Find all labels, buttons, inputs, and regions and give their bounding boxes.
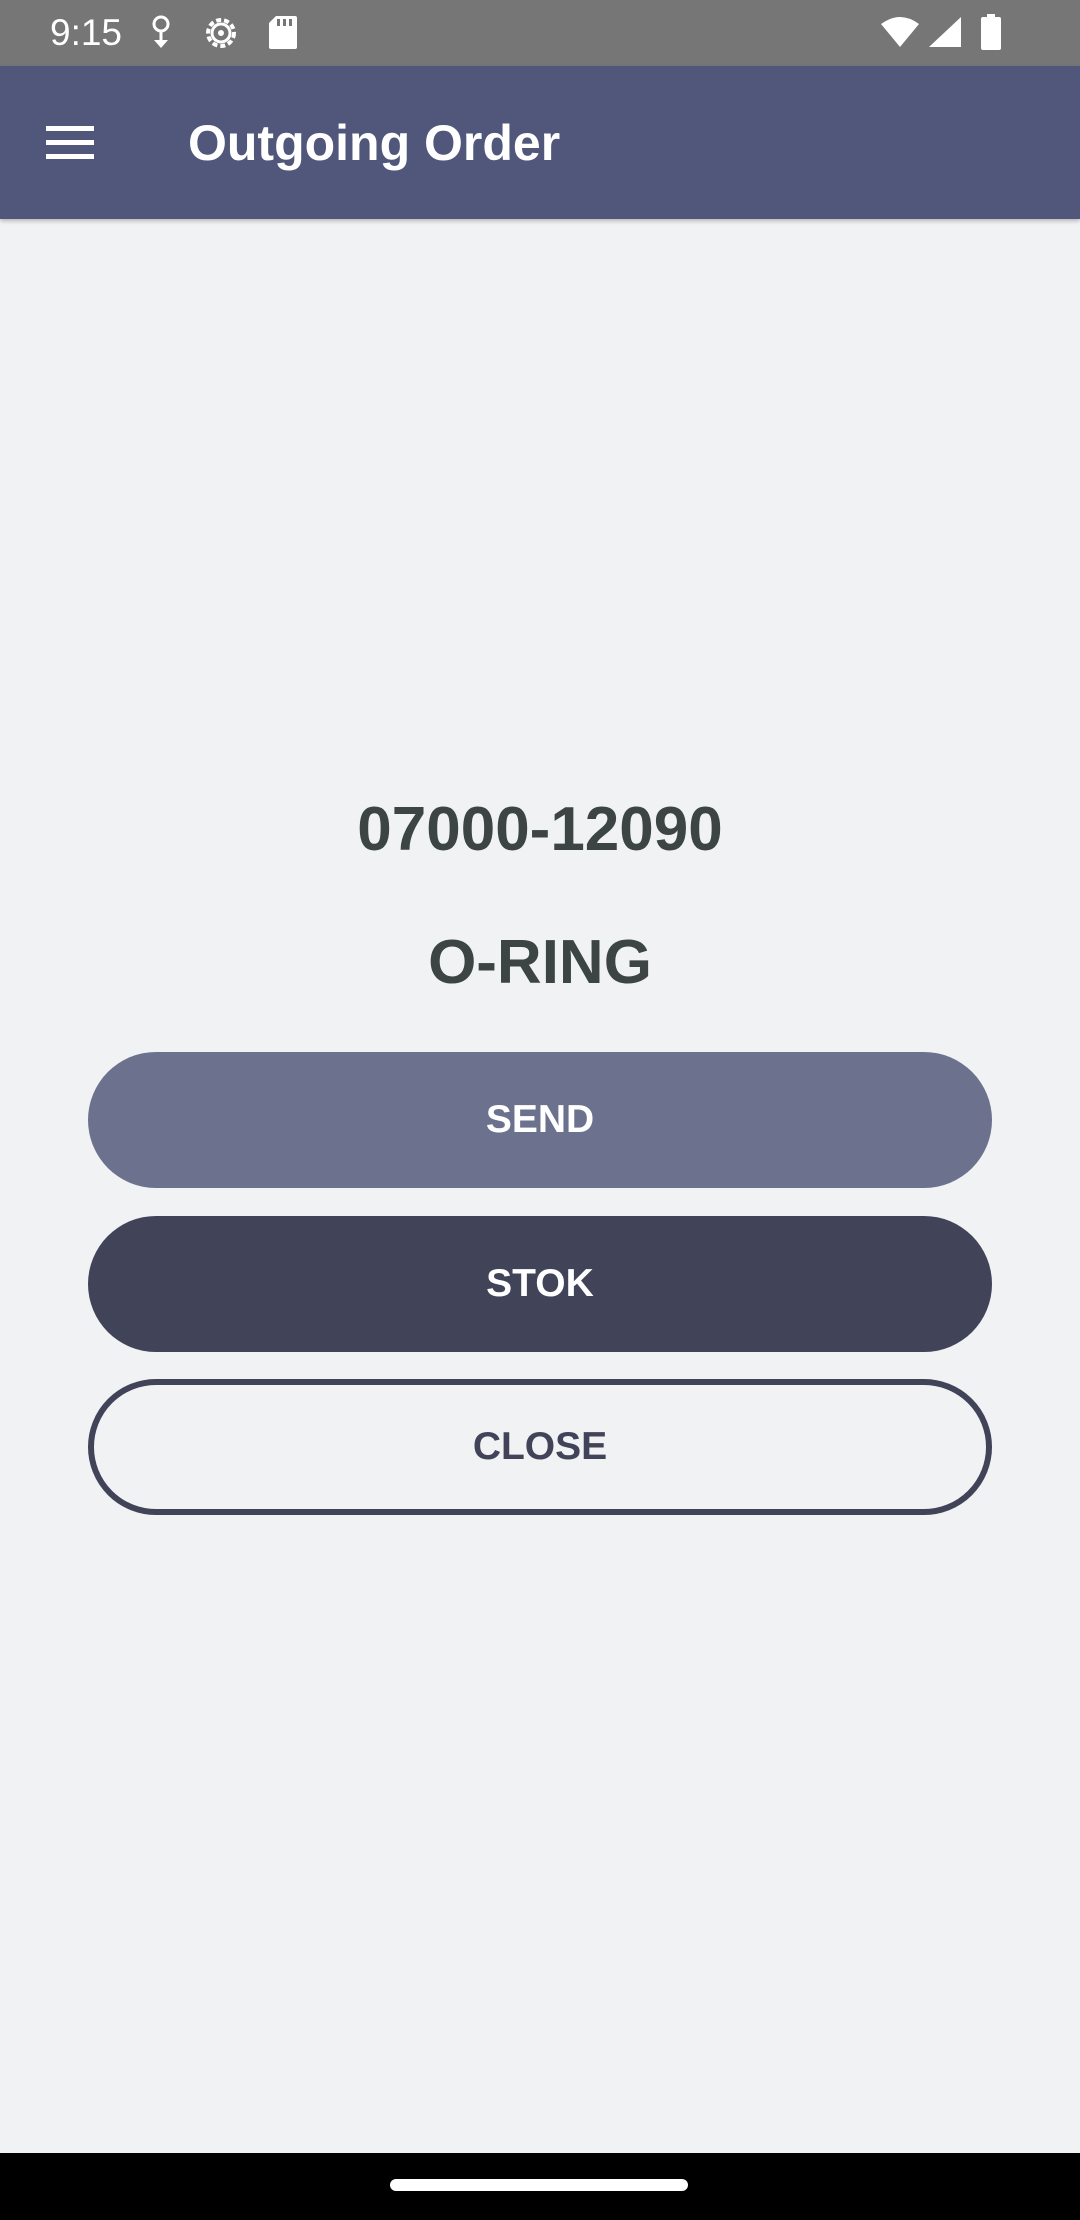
status-bar: 9:15: [0, 0, 1080, 66]
hamburger-menu-icon[interactable]: [28, 112, 112, 172]
signal-icon: [929, 17, 961, 47]
stok-button[interactable]: STOK: [88, 1216, 992, 1352]
location-icon: [152, 15, 170, 48]
close-button[interactable]: CLOSE: [88, 1379, 992, 1515]
part-number: 07000-12090: [357, 795, 723, 864]
part-name: O-RING: [428, 928, 652, 997]
wifi-icon: [881, 17, 919, 47]
status-time: 9:15: [50, 12, 123, 53]
app-bar: Outgoing Order: [0, 66, 1080, 219]
page-title: Outgoing Order: [188, 115, 561, 171]
send-button[interactable]: SEND: [88, 1052, 992, 1188]
navigation-bar: [0, 2153, 1080, 2220]
sd-card-icon: [269, 16, 297, 49]
home-gesture-handle[interactable]: [390, 2179, 688, 2191]
settings-icon: [206, 18, 236, 48]
battery-icon: [981, 14, 1001, 50]
